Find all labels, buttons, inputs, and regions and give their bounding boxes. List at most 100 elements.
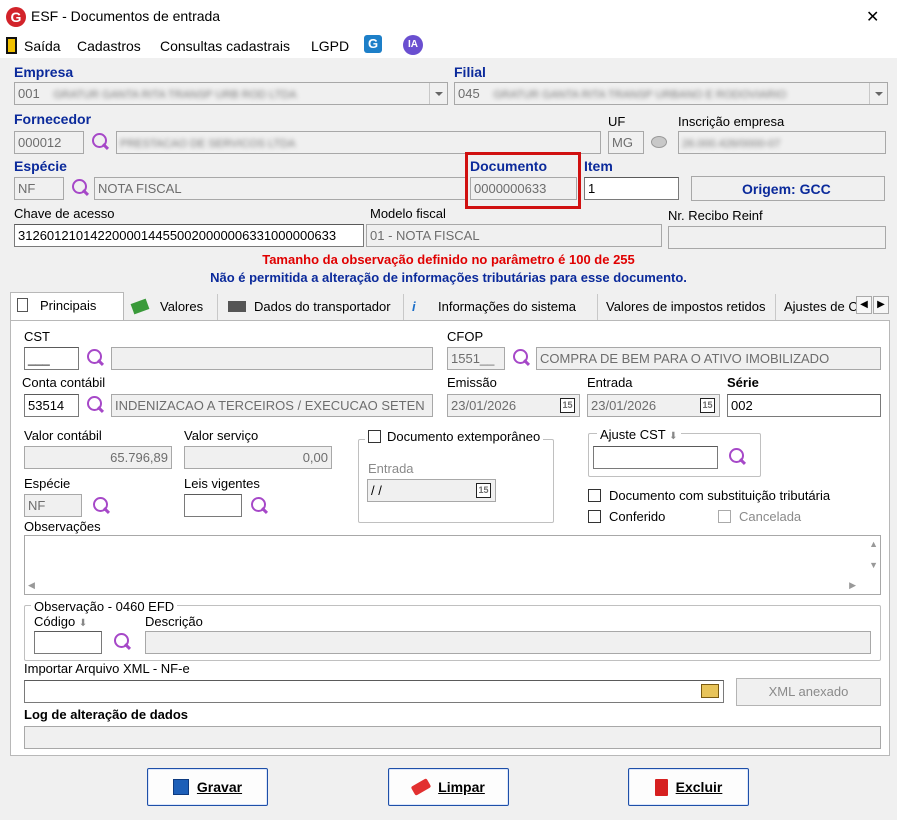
documento-field[interactable]: 0000000633 [470,177,577,200]
fornecedor-code-field[interactable]: 000012 [14,131,84,154]
menu-item-saida[interactable]: Saída [24,38,61,54]
origem-text: Origem: GCC [742,181,831,197]
ajuste-cst-field[interactable] [593,446,718,469]
fornecedor-name: PRESTACAO DE SERVICOS LTDA [120,138,296,150]
limpar-button[interactable]: Limpar [388,768,509,806]
descricao-label: Descrição [145,614,203,629]
emissao-field[interactable]: 23/01/2026 15 [447,394,580,417]
modelo-field: 01 - NOTA FISCAL [366,224,662,247]
especie2-search-icon[interactable] [91,496,111,516]
cancelada-checkbox [718,510,731,523]
uf-field: MG [608,131,644,154]
extemp-calendar-icon[interactable]: 15 [476,483,491,498]
warning-line-1: Tamanho da observação definido no parâme… [262,252,635,267]
valor-servico-field[interactable]: 0,00 [184,446,332,469]
tab-impostos-label: Valores de impostos retidos [606,299,766,314]
xml-field[interactable] [24,680,724,703]
entrada-label: Entrada [587,375,633,390]
tab-informacoes[interactable]: i Informações do sistema [406,294,598,320]
doc-extemporaneo-label: Documento extemporâneo [387,429,541,444]
ajuste-cst-label: Ajuste CST ⬇ [597,427,681,442]
conta-field[interactable]: 53514 [24,394,79,417]
inscricao-label: Inscrição empresa [678,114,785,129]
cst-search-icon[interactable] [85,348,105,368]
filial-label: Filial [454,64,486,80]
valor-contabil-field[interactable]: 65.796,89 [24,446,172,469]
excluir-label: Excluir [675,779,723,795]
tab-ajustes[interactable]: Ajustes de C [778,294,856,320]
truck-icon [228,301,246,312]
menu-item-consultas[interactable]: Consultas cadastrais [160,38,290,54]
leis-search-icon[interactable] [249,496,269,516]
ajuste-cst-search-icon[interactable] [727,447,747,467]
folder-icon[interactable] [701,684,719,698]
doc-extemporaneo-checkbox[interactable] [368,430,381,443]
log-label: Log de alteração de dados [24,707,188,722]
subst-label: Documento com substituição tributária [609,488,831,503]
extemp-entrada-label: Entrada [368,461,414,476]
empresa-dropdown-icon[interactable] [429,83,447,104]
serie-field[interactable]: 002 [727,394,881,417]
tab-transportador[interactable]: Dados do transportador [222,294,404,320]
cst-field[interactable]: ___ [24,347,79,370]
menu-item-cadastros[interactable]: Cadastros [77,38,141,54]
cfop-search-icon[interactable] [511,348,531,368]
tab-valores[interactable]: Valores [126,294,218,320]
especie-code-field[interactable]: NF [14,177,64,200]
gravar-button[interactable]: Gravar [147,768,268,806]
conta-search-icon[interactable] [85,395,105,415]
item-field[interactable]: 1 [584,177,679,200]
tab-scroll-left-icon[interactable]: ◀ [856,296,872,314]
filial-dropdown-icon[interactable] [869,83,887,104]
excluir-button[interactable]: Excluir [628,768,749,806]
tab-strip: Principais Valores Dados do transportado… [0,292,897,320]
especie-search-icon[interactable] [70,178,90,198]
descricao-field [145,631,871,654]
empresa-field[interactable]: 001 GRATUR GANTA RITA TRANSP URB ROD LTD… [14,82,448,105]
obs-scroll-left-icon[interactable]: ◀ [28,580,35,591]
title-bar: G ESF - Documentos de entrada ✕ [0,0,897,34]
g-app-icon[interactable]: G [364,35,382,53]
warning-line-2: Não é permitida a alteração de informaçõ… [210,270,687,285]
filial-field[interactable]: 045 GRATUR GANTA RITA TRANSP URBANO E RO… [454,82,888,105]
origem-box: Origem: GCC [691,176,885,201]
entrada-value: 23/01/2026 [591,398,657,413]
codigo-search-icon[interactable] [112,632,132,652]
trash-icon [654,778,668,796]
emissao-calendar-icon[interactable]: 15 [560,398,575,413]
entrada-calendar-icon[interactable]: 15 [700,398,715,413]
fornecedor-search-icon[interactable] [90,132,110,152]
chave-field[interactable]: 3126012101422000014455002000000633100000… [14,224,364,247]
tab-principais[interactable]: Principais [10,292,124,320]
leis-field[interactable] [184,494,242,517]
observacoes-textarea[interactable]: ▲ ▼ ◀ ▶ [24,535,881,595]
eraser-icon [410,778,432,796]
obs-scroll-up-icon[interactable]: ▲ [869,539,878,549]
document-icon [17,298,28,312]
codigo-label: Código ⬇ [34,614,87,629]
conferido-checkbox[interactable] [588,510,601,523]
codigo-field[interactable] [34,631,102,654]
conta-label: Conta contábil [22,375,106,390]
tab-scroll-right-icon[interactable]: ▶ [873,296,889,314]
especie-name-field: NOTA FISCAL [94,177,466,200]
tab-impostos-retidos[interactable]: Valores de impostos retidos [600,294,776,320]
xml-anexado-button: XML anexado [736,678,881,706]
obs-scroll-down-icon[interactable]: ▼ [869,560,878,570]
entrada-field[interactable]: 23/01/2026 15 [587,394,720,417]
extemp-entrada-field[interactable]: / / 15 [367,479,496,502]
subst-checkbox[interactable] [588,489,601,502]
cfop-field[interactable]: 1551__ [447,347,505,370]
close-icon[interactable]: ✕ [866,7,879,27]
filial-code: 045 [458,86,480,101]
extemp-entrada-value: / / [371,483,382,498]
conta-desc-field: INDENIZACAO A TERCEIROS / EXECUCAO SETEN [111,394,433,417]
ia-icon[interactable]: IA [403,35,423,55]
obs-scroll-right-icon[interactable]: ▶ [849,580,856,591]
menu-item-lgpd[interactable]: LGPD [311,38,349,54]
leis-label: Leis vigentes [184,476,260,491]
coins-icon [651,136,667,148]
app-logo-icon: G [6,7,26,27]
especie2-field[interactable]: NF [24,494,82,517]
cfop-desc-field: COMPRA DE BEM PARA O ATIVO IMOBILIZADO [536,347,881,370]
